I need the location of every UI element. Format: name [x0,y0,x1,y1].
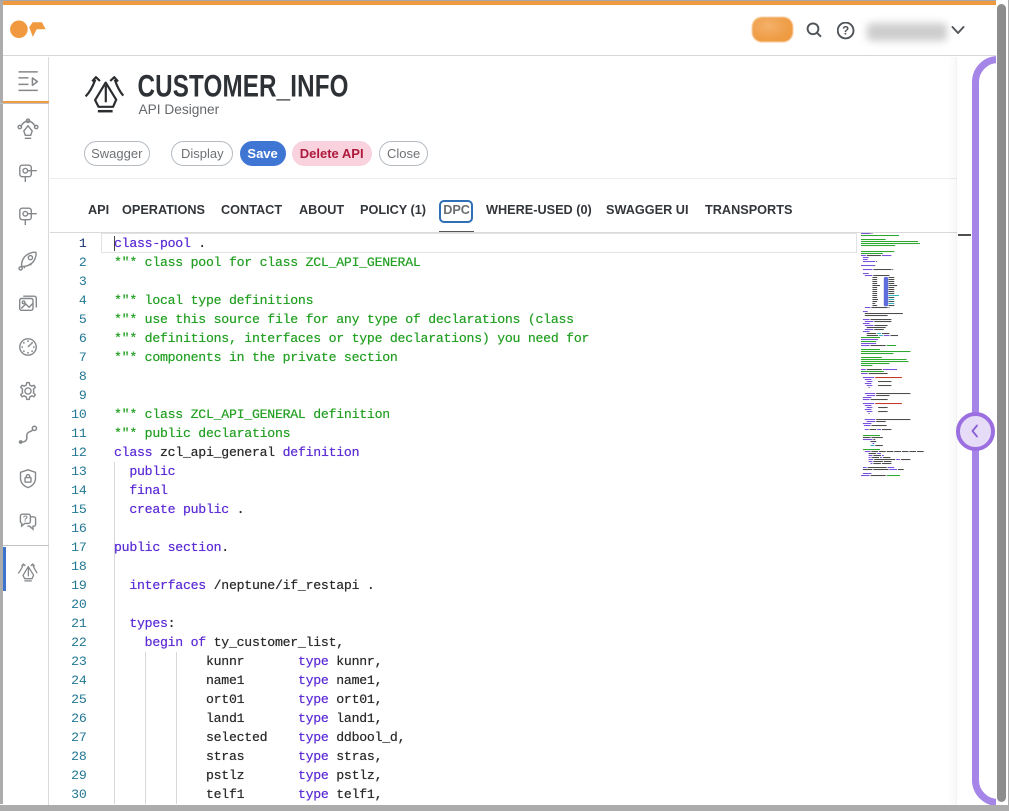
svg-text:?: ? [23,514,28,524]
svg-text:?: ? [842,25,849,37]
